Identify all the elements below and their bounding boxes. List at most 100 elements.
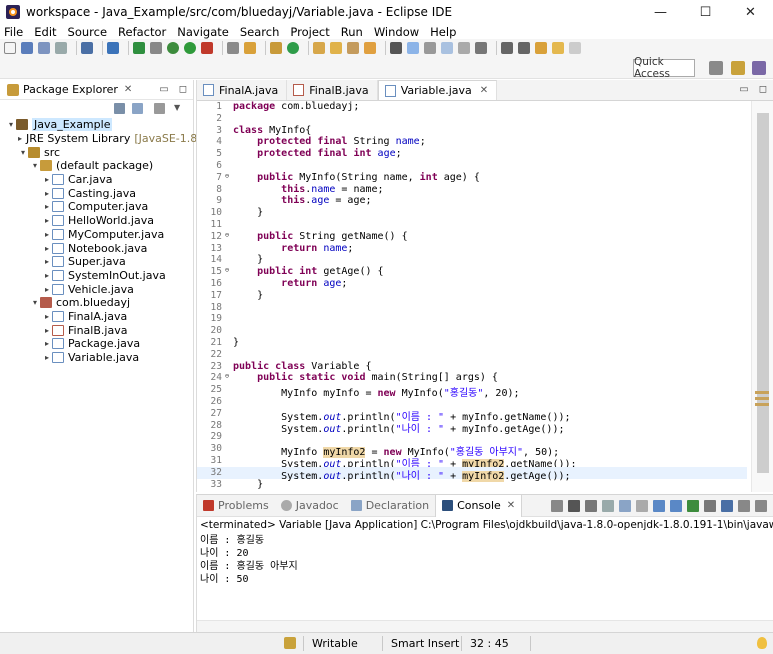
tree-item[interactable]: ▾ Java_Example (0, 118, 194, 132)
link-with-editor-icon[interactable] (132, 103, 143, 114)
collapsed-icon[interactable]: ▸ (42, 271, 52, 280)
tree-item[interactable]: ▸ Vehicle.java (0, 282, 194, 296)
tree-item[interactable]: ▾ src (0, 145, 194, 159)
tab-variable[interactable]: Variable.java ✕ (377, 80, 498, 100)
menu-window[interactable]: Window (374, 25, 419, 39)
code-line[interactable]: 23 public class Variable { (197, 361, 747, 373)
close-button[interactable]: ✕ (728, 0, 773, 24)
show-whitespace-icon[interactable] (458, 42, 470, 54)
console-horizontal-scrollbar[interactable] (197, 620, 773, 632)
maximize-icon[interactable]: ◻ (759, 84, 767, 95)
display-console-icon[interactable] (704, 500, 716, 512)
collapsed-icon[interactable]: ▸ (42, 244, 52, 253)
skip-breakpoints-icon[interactable] (107, 42, 119, 54)
menu-file[interactable]: File (4, 25, 23, 39)
close-icon[interactable]: ✕ (480, 85, 488, 96)
tree-item[interactable]: ▾ com.bluedayj (0, 296, 194, 310)
back-icon[interactable] (552, 42, 564, 54)
new-java-project-icon[interactable] (270, 42, 282, 54)
occurrence-marker[interactable] (755, 397, 769, 400)
new-icon[interactable] (4, 42, 16, 54)
tree-item[interactable]: ▸ Notebook.java (0, 241, 194, 255)
menu-edit[interactable]: Edit (34, 25, 56, 39)
focus-icon[interactable] (154, 103, 165, 114)
code-line[interactable]: 16 return age; (197, 278, 747, 290)
remove-all-icon[interactable] (585, 500, 597, 512)
menu-refactor[interactable]: Refactor (118, 25, 166, 39)
tree-item[interactable]: ▸ Computer.java (0, 200, 194, 214)
tree-item[interactable]: ▾ (default package) (0, 159, 194, 173)
menu-navigate[interactable]: Navigate (177, 25, 229, 39)
code-line[interactable]: 14 } (197, 254, 747, 266)
open-task-icon[interactable] (330, 42, 342, 54)
close-icon[interactable]: ✕ (124, 84, 132, 95)
code-line[interactable]: 21} (197, 337, 747, 349)
occurrence-marker[interactable] (755, 391, 769, 394)
collapsed-icon[interactable]: ▸ (42, 312, 52, 321)
maximize-icon[interactable] (755, 500, 767, 512)
collapsed-icon[interactable]: ▸ (42, 175, 52, 184)
new-class-icon[interactable] (287, 42, 299, 54)
fold-icon[interactable]: ⊖ (223, 231, 231, 243)
show-on-output-icon[interactable] (653, 500, 665, 512)
scrollbar-thumb[interactable] (757, 113, 769, 473)
code-line[interactable]: 12 ⊖ public String getName() { (197, 231, 747, 243)
maximize-button[interactable]: ☐ (683, 0, 728, 24)
tree-item[interactable]: ▸ Package.java (0, 337, 194, 351)
expanded-icon[interactable]: ▾ (18, 148, 28, 157)
code-line[interactable]: 1 package com.bluedayj; (197, 101, 747, 113)
menu-project[interactable]: Project (290, 25, 329, 39)
suspend-icon[interactable] (150, 42, 162, 54)
collapsed-icon[interactable]: ▸ (42, 326, 52, 335)
open-type-icon[interactable] (313, 42, 325, 54)
code-line[interactable]: 3 class MyInfo{ (197, 125, 747, 137)
code-line[interactable]: 6 (197, 160, 747, 172)
show-on-error-icon[interactable] (670, 500, 682, 512)
code-line[interactable]: 15 ⊖ public int getAge() { (197, 266, 747, 278)
tree-item[interactable]: ▸ Variable.java (0, 351, 194, 365)
collapsed-icon[interactable]: ▸ (18, 134, 22, 143)
collapsed-icon[interactable]: ▸ (42, 189, 52, 198)
resume-icon[interactable] (133, 42, 145, 54)
pin-console-icon[interactable] (687, 500, 699, 512)
code-line[interactable]: 18 (197, 302, 747, 314)
menu-run[interactable]: Run (341, 25, 363, 39)
open-resource-icon[interactable] (364, 42, 376, 54)
code-line[interactable]: 32 System.out.println("나이 : " + myInfo2.… (197, 466, 747, 482)
collapsed-icon[interactable]: ▸ (42, 257, 52, 266)
code-line[interactable]: 33 } (197, 479, 747, 491)
search-icon[interactable] (347, 42, 359, 54)
minimize-button[interactable]: — (638, 0, 683, 24)
code-line[interactable]: 17 } (197, 290, 747, 302)
tab-javadoc[interactable]: Javadoc (275, 495, 345, 517)
coverage-icon[interactable] (201, 42, 213, 54)
menu-search[interactable]: Search (240, 25, 280, 39)
fold-icon[interactable]: ⊖ (223, 372, 231, 384)
collapsed-icon[interactable]: ▸ (42, 339, 52, 348)
clear-console-icon[interactable] (602, 500, 614, 512)
tree-item[interactable]: ▸ MyComputer.java (0, 228, 194, 242)
code-line[interactable]: 31 System.out.println("이름 : " + myInfo2.… (197, 455, 747, 470)
menu-help[interactable]: Help (430, 25, 456, 39)
collapsed-icon[interactable]: ▸ (42, 353, 52, 362)
collapsed-icon[interactable]: ▸ (42, 230, 52, 239)
close-icon[interactable]: ✕ (507, 500, 515, 511)
tree-item[interactable]: ▸ FinalA.java (0, 310, 194, 324)
toggle-highlight-icon[interactable] (407, 42, 419, 54)
expanded-icon[interactable]: ▾ (30, 161, 40, 170)
tree-item[interactable]: ▸ SystemInOut.java (0, 269, 194, 283)
tree-item[interactable]: ▸ FinalB.java (0, 323, 194, 337)
tab-finala[interactable]: FinalA.java (197, 80, 288, 100)
code-editor[interactable]: 1 package com.bluedayj; 2 3 class MyInfo{4 p… (197, 101, 747, 492)
previous-annotation-icon[interactable] (518, 42, 530, 54)
forward-icon[interactable] (569, 42, 581, 54)
next-annotation-icon[interactable] (501, 42, 513, 54)
tab-console[interactable]: Console ✕ (435, 494, 523, 517)
code-line[interactable]: 24 ⊖ public static void main(String[] arg… (197, 372, 747, 384)
minimize-icon[interactable] (738, 500, 750, 512)
code-line[interactable]: 13 return name; (197, 243, 747, 255)
code-line[interactable]: 26 (197, 396, 747, 408)
code-line[interactable]: 2 (197, 113, 747, 125)
save-all-icon[interactable] (38, 42, 50, 54)
tab-finalb[interactable]: FinalB.java (287, 80, 378, 100)
